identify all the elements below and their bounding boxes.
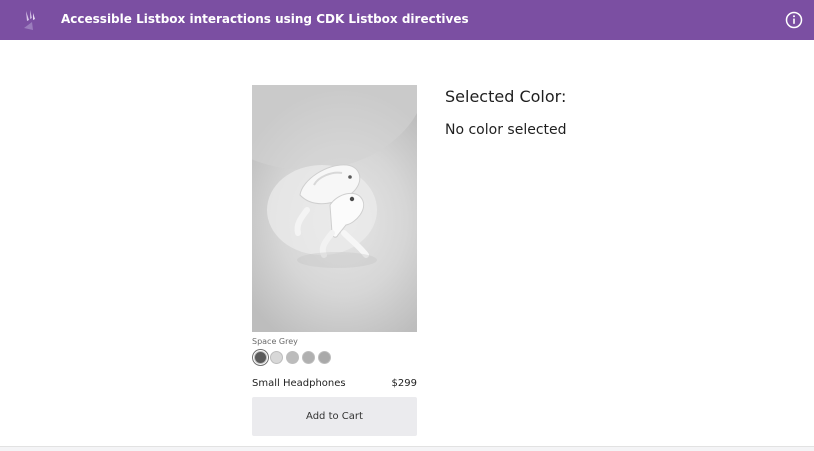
headphones-photo [252, 85, 417, 268]
angular-logo-icon [24, 10, 35, 30]
swatch-grey[interactable] [302, 351, 315, 364]
app-title: Accessible Listbox interactions using CD… [61, 12, 469, 26]
add-to-cart-button[interactable]: Add to Cart [252, 397, 417, 436]
color-listbox[interactable] [254, 351, 331, 364]
selected-color-value: No color selected [445, 122, 567, 138]
selected-color-label: Space Grey [252, 337, 298, 346]
swatch-silver[interactable] [286, 351, 299, 364]
page-bottom-edge [0, 446, 814, 451]
product-price: $299 [391, 378, 417, 389]
product-name: Small Headphones [252, 378, 346, 389]
selected-color-heading: Selected Color: [445, 87, 567, 106]
product-image [252, 85, 417, 332]
swatch-space-grey[interactable] [254, 351, 267, 364]
info-circle-icon[interactable] [785, 11, 803, 29]
app-header: Accessible Listbox interactions using CD… [0, 0, 814, 40]
swatch-ash[interactable] [318, 351, 331, 364]
swatch-light-silver[interactable] [270, 351, 283, 364]
